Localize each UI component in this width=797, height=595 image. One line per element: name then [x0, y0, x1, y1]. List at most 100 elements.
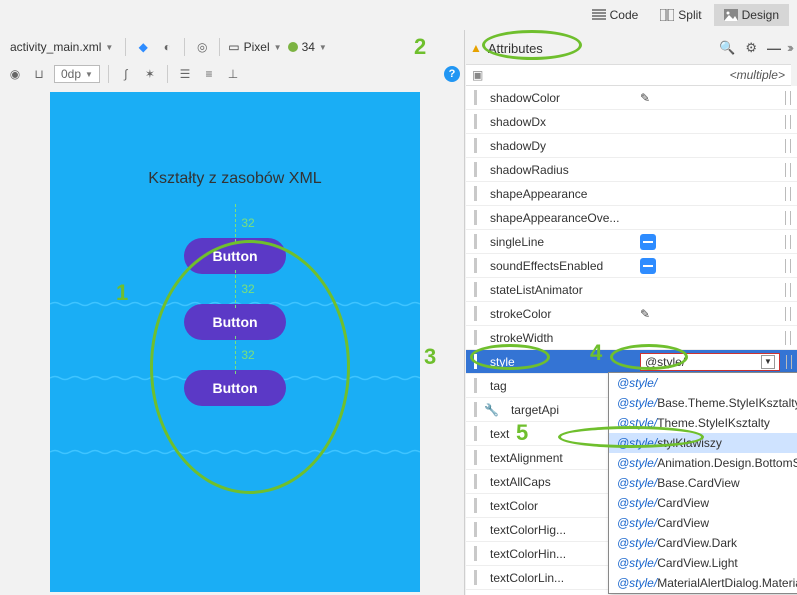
tab-split[interactable]: Split: [650, 4, 711, 26]
toggle-indeterminate-icon[interactable]: [640, 234, 656, 250]
chevron-down-icon: ▼: [85, 70, 93, 79]
toggle-indeterminate-icon[interactable]: [640, 258, 656, 274]
attribute-value[interactable]: [640, 211, 797, 225]
palette-icon[interactable]: ◐: [158, 38, 176, 56]
attribute-row[interactable]: style @style/▼: [466, 350, 797, 374]
dropdown-arrow-icon[interactable]: ▼: [761, 355, 775, 369]
infer-constraints-icon[interactable]: ∫: [117, 65, 135, 83]
attribute-handle: [785, 331, 791, 345]
autocomplete-item[interactable]: @style/Theme.StyleIKsztalty: [609, 413, 797, 433]
autocomplete-item[interactable]: @style/CardView.Dark: [609, 533, 797, 553]
attribute-row[interactable]: shapeAppearanceOve...: [466, 206, 797, 230]
attribute-row[interactable]: shadowRadius: [466, 158, 797, 182]
attributes-title: Attributes: [488, 41, 543, 56]
attribute-value[interactable]: ✎: [640, 91, 797, 105]
separator: [108, 65, 109, 83]
canvas-button-1[interactable]: Button: [184, 238, 285, 274]
autocomplete-suffix: Base.Theme.StyleIKsztalty: [657, 396, 797, 410]
android-icon: [288, 42, 298, 52]
autocomplete-item[interactable]: @style/Base.Theme.StyleIKsztalty: [609, 393, 797, 413]
design-canvas[interactable]: Kształty z zasobów XML 32 Button 32 Butt…: [50, 92, 420, 592]
attribute-row[interactable]: shadowDy: [466, 134, 797, 158]
odp-value: 0dp: [61, 67, 81, 81]
attribute-row[interactable]: shadowDx: [466, 110, 797, 134]
wrench-icon: 🔧: [484, 403, 499, 417]
view-mode-tabs: Code Split Design: [582, 4, 789, 26]
attribute-row[interactable]: shadowColor✎: [466, 86, 797, 110]
attribute-value[interactable]: ✎: [640, 307, 797, 321]
autocomplete-suffix: stylKlawiszy: [657, 436, 722, 450]
autocomplete-item[interactable]: @style/CardView.Light: [609, 553, 797, 573]
autocomplete-item[interactable]: @style/CardView: [609, 513, 797, 533]
code-lines-icon: [592, 9, 606, 21]
attribute-value[interactable]: [640, 163, 797, 177]
attribute-row[interactable]: shapeAppearance: [466, 182, 797, 206]
attribute-value[interactable]: [640, 187, 797, 201]
attribute-value[interactable]: [640, 234, 797, 250]
minimize-icon[interactable]: —: [767, 40, 781, 56]
file-tab[interactable]: activity_main.xml ▼: [6, 38, 117, 56]
tab-split-label: Split: [678, 8, 701, 22]
tab-code[interactable]: Code: [582, 4, 649, 26]
gear-icon[interactable]: ⚙: [745, 40, 757, 56]
attribute-value[interactable]: [640, 115, 797, 129]
zoom-icon[interactable]: ◎: [193, 38, 211, 56]
align-icon[interactable]: ≡: [200, 65, 218, 83]
color-picker-icon[interactable]: ✎: [640, 91, 650, 105]
chevron-down-icon: ▼: [105, 43, 113, 52]
eye-icon[interactable]: ◉: [6, 65, 24, 83]
autocomplete-prefix: @style/: [617, 476, 657, 490]
attribute-value[interactable]: [640, 331, 797, 345]
autocomplete-item[interactable]: @style/Base.CardView: [609, 473, 797, 493]
autocomplete-prefix: @style/: [617, 456, 657, 470]
attribute-label: style: [484, 355, 634, 369]
autocomplete-prefix: @style/: [617, 496, 657, 510]
device-selector[interactable]: ▭ Pixel ▼: [228, 40, 281, 54]
attribute-value[interactable]: [640, 258, 797, 274]
attribute-row[interactable]: strokeColor ✎: [466, 302, 797, 326]
attribute-label: soundEffectsEnabled: [484, 259, 634, 273]
tab-design[interactable]: Design: [714, 4, 789, 26]
attribute-value[interactable]: [640, 139, 797, 153]
canvas-title[interactable]: Kształty z zasobów XML: [148, 170, 321, 188]
margin-indicator: 32: [213, 274, 256, 304]
attribute-label: shapeAppearance: [484, 187, 634, 201]
autocomplete-item[interactable]: @style/Animation.Design.BottomSheetDialo…: [609, 453, 797, 473]
default-margin-input[interactable]: 0dp ▼: [54, 65, 100, 83]
attribute-row[interactable]: soundEffectsEnabled: [466, 254, 797, 278]
attribute-row[interactable]: singleLine: [466, 230, 797, 254]
button-stack: 32 Button 32 Button 32 Button: [184, 208, 285, 406]
style-autocomplete-dropdown[interactable]: @style/@style/Base.Theme.StyleIKsztalty@…: [608, 372, 797, 594]
attribute-value[interactable]: [640, 283, 797, 297]
autocomplete-suffix: Theme.StyleIKsztalty: [657, 416, 770, 430]
panel-divider[interactable]: [464, 30, 465, 595]
help-icon[interactable]: ?: [444, 66, 460, 82]
attribute-value[interactable]: @style/▼: [640, 353, 797, 371]
autocomplete-prefix: @style/: [617, 576, 657, 590]
autocomplete-prefix: @style/: [617, 556, 657, 570]
attribute-handle: [785, 211, 791, 225]
style-input[interactable]: @style/▼: [640, 353, 780, 371]
api-selector[interactable]: 34 ▼: [288, 40, 327, 54]
attribute-row[interactable]: strokeWidth: [466, 326, 797, 350]
separator: [219, 38, 220, 56]
design-toolbar: ◉ ⊔ 0dp ▼ ∫ ✶ ☰ ≡ ⊥ ?: [6, 62, 460, 86]
autocomplete-item[interactable]: @style/: [609, 373, 797, 393]
pack-icon[interactable]: ☰: [176, 65, 194, 83]
clear-constraints-icon[interactable]: ✶: [141, 65, 159, 83]
guideline-icon[interactable]: ⊥: [224, 65, 242, 83]
canvas-button-3[interactable]: Button: [184, 370, 285, 406]
attribute-label: strokeColor: [484, 307, 634, 321]
layers-icon[interactable]: ◆: [134, 38, 152, 56]
attribute-row[interactable]: stateListAnimator: [466, 278, 797, 302]
margin-indicator: 32: [213, 208, 256, 238]
autocomplete-item[interactable]: @style/stylKlawiszy: [609, 433, 797, 453]
autocomplete-item[interactable]: @style/CardView: [609, 493, 797, 513]
magnet-icon[interactable]: ⊔: [30, 65, 48, 83]
attribute-handle: [785, 283, 791, 297]
search-icon[interactable]: 🔍: [719, 40, 735, 56]
color-picker-icon[interactable]: ✎: [640, 307, 650, 321]
canvas-button-2[interactable]: Button: [184, 304, 285, 340]
autocomplete-item[interactable]: @style/MaterialAlertDialog.Material3: [609, 573, 797, 593]
autocomplete-suffix: CardView.Light: [657, 556, 738, 570]
